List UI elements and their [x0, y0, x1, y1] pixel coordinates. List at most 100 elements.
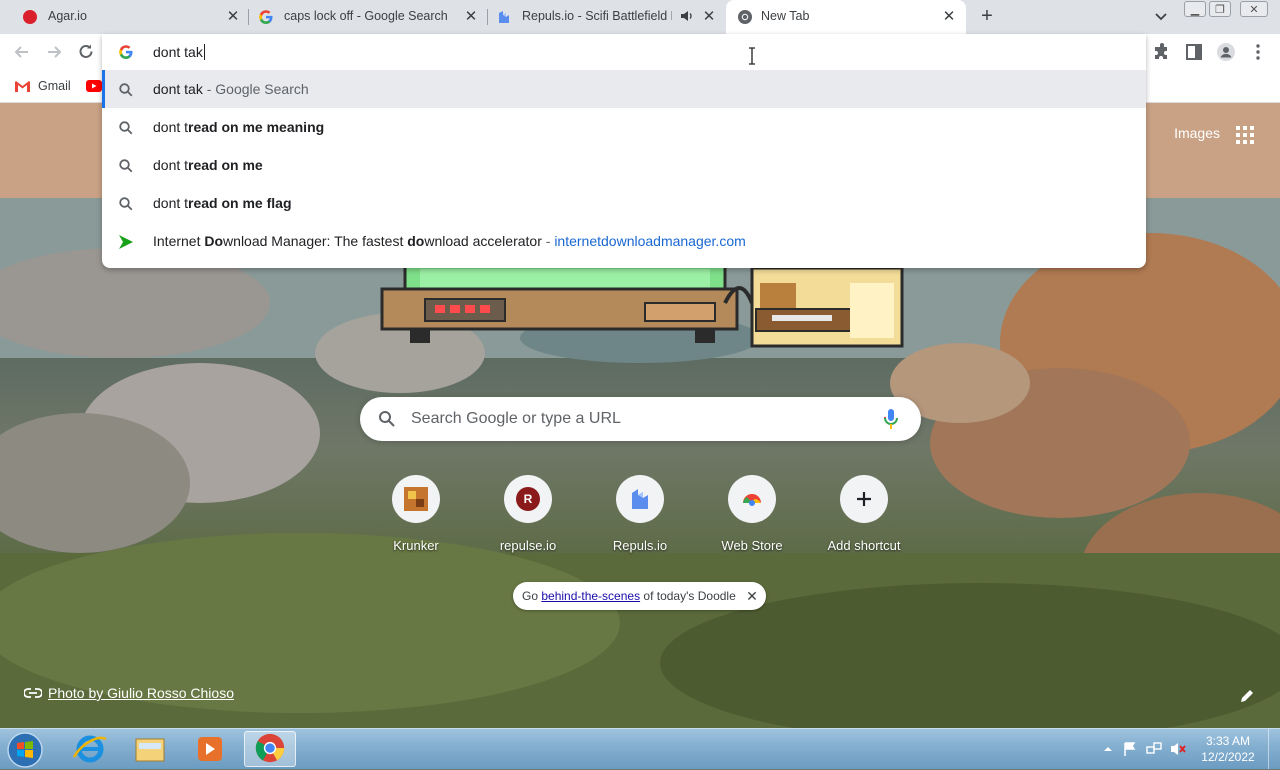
- close-window-button[interactable]: ✕: [1240, 1, 1268, 17]
- profile-avatar-icon[interactable]: [1216, 42, 1236, 62]
- search-placeholder: Search Google or type a URL: [411, 410, 621, 427]
- apps-grid-icon[interactable]: [1236, 126, 1254, 144]
- site-title-match: do: [407, 233, 425, 249]
- shortcut-krunker[interactable]: Krunker: [360, 473, 472, 563]
- show-desktop-button[interactable]: [1268, 729, 1280, 769]
- site-title-match: Do: [204, 233, 224, 249]
- windows-start-icon[interactable]: [6, 731, 44, 769]
- shortcut-label: Repuls.io: [612, 538, 668, 553]
- back-icon[interactable]: [12, 42, 32, 62]
- shortcut-add[interactable]: Add shortcut: [808, 473, 920, 563]
- chip-text-pre: Go: [522, 589, 542, 603]
- photo-credit-text: Photo by Giulio Rosso Chioso: [48, 685, 234, 701]
- suggestion-search-dont-tak[interactable]: dont tak - Google Search: [102, 70, 1146, 108]
- suggestion-site-idm[interactable]: Internet Download Manager: The fastest d…: [102, 222, 1146, 260]
- tab-title: Repuls.io - Scifi Battlefield FPS: [522, 9, 672, 23]
- side-panel-icon[interactable]: [1184, 42, 1204, 62]
- menu-icon[interactable]: [1248, 42, 1268, 62]
- omnibox-text[interactable]: dont tak: [153, 44, 205, 60]
- text-cursor-icon: [749, 47, 755, 65]
- repuls-icon: [499, 11, 509, 23]
- tab-caps-lock-search[interactable]: caps lock off - Google Search ✕: [240, 0, 486, 34]
- agar-icon: [23, 10, 37, 24]
- taskbar-chrome[interactable]: [244, 731, 296, 767]
- search-icon: [119, 159, 133, 173]
- restore-button[interactable]: ❐: [1209, 1, 1231, 17]
- action-center-flag-icon[interactable]: [1122, 741, 1138, 757]
- close-icon[interactable]: ✕: [744, 582, 760, 610]
- system-clock[interactable]: 3:33 AM 12/2/2022: [1196, 733, 1260, 765]
- taskbar-explorer[interactable]: [124, 731, 176, 767]
- omnibox-dropdown: dont tak dont tak - Google Search dont t…: [102, 34, 1146, 268]
- text-caret: [203, 44, 205, 60]
- webstore-icon: [728, 475, 776, 523]
- ntp-search-box[interactable]: Search Google or type a URL: [360, 397, 921, 441]
- network-icon[interactable]: [1146, 741, 1162, 757]
- chrome-icon: [255, 733, 285, 763]
- taskbar-ie[interactable]: [64, 731, 116, 767]
- doodle-share-chip: Go behind-the-scenes of today's Doodle ✕: [513, 582, 766, 610]
- suggestion-search[interactable]: dont tread on me flag: [102, 184, 1146, 222]
- site-title-part: wnload Manager: The fastest: [223, 233, 408, 249]
- letter-r-badge: R: [516, 487, 540, 511]
- suggestion-search[interactable]: dont tread on me meaning: [102, 108, 1146, 146]
- repuls-icon: [616, 475, 664, 523]
- site-url: internetdownloadmanager.com: [554, 233, 746, 249]
- tab-repuls[interactable]: Repuls.io - Scifi Battlefield FPS ✕: [478, 0, 724, 34]
- reload-icon[interactable]: [76, 42, 96, 62]
- suggestion-typed: dont t: [153, 157, 189, 173]
- suggestion-search[interactable]: dont tread on me: [102, 146, 1146, 184]
- suggestion-typed: dont t: [153, 119, 189, 135]
- gmail-icon: [15, 80, 30, 92]
- shortcut-label: Add shortcut: [827, 538, 901, 553]
- suggestion-text: dont tread on me meaning: [153, 119, 324, 135]
- new-tab-button[interactable]: +: [976, 5, 998, 27]
- shortcut-web-store[interactable]: Web Store: [696, 473, 808, 563]
- bookmark-youtube[interactable]: [86, 76, 102, 96]
- link-icon: [24, 688, 42, 698]
- google-icon: [119, 45, 133, 60]
- taskbar: 3:33 AM 12/2/2022: [0, 728, 1280, 769]
- pencil-icon[interactable]: [1238, 687, 1256, 705]
- chip-text-post: of today's Doodle: [640, 589, 736, 603]
- taskbar-media-player[interactable]: [184, 731, 236, 767]
- extensions-icon[interactable]: [1152, 42, 1172, 62]
- suggestion-query: dont tak: [153, 81, 203, 97]
- volume-muted-icon[interactable]: [1170, 741, 1186, 757]
- search-icon: [119, 197, 133, 211]
- behind-the-scenes-link[interactable]: behind-the-scenes: [541, 589, 640, 603]
- microphone-icon[interactable]: [882, 408, 900, 430]
- site-title-part: Internet: [153, 233, 205, 249]
- images-link[interactable]: Images: [1174, 125, 1220, 141]
- tab-new-tab[interactable]: New Tab ✕: [726, 0, 966, 34]
- clock-time: 3:33 AM: [1205, 734, 1251, 748]
- omnibox-value: dont tak: [153, 44, 203, 60]
- shortcut-repuls[interactable]: Repuls.io: [584, 473, 696, 563]
- tab-strip: Agar.io ✕ caps lock off - Google Search …: [0, 0, 1280, 34]
- folder-icon: [135, 738, 165, 762]
- tab-agar[interactable]: Agar.io ✕: [4, 0, 248, 34]
- bookmark-label: Gmail: [38, 79, 71, 93]
- suggestion-completion: read on me: [188, 157, 263, 173]
- minimize-button[interactable]: ▁: [1184, 1, 1206, 17]
- search-icon: [379, 411, 395, 427]
- close-icon[interactable]: ✕: [700, 8, 718, 26]
- shortcut-repulse[interactable]: R repulse.io: [472, 473, 584, 563]
- google-doodle[interactable]: [380, 263, 905, 348]
- letter-r-icon: R: [504, 475, 552, 523]
- forward-icon[interactable]: [44, 42, 64, 62]
- photo-credit-link[interactable]: Photo by Giulio Rosso Chioso: [24, 685, 234, 701]
- bookmark-gmail[interactable]: Gmail: [14, 76, 71, 96]
- search-icon: [119, 83, 133, 97]
- suggestion-text: dont tak - Google Search: [153, 81, 309, 97]
- omnibox-input[interactable]: dont tak: [102, 34, 1146, 70]
- chevron-up-icon[interactable]: [1100, 741, 1116, 757]
- close-icon[interactable]: ✕: [940, 8, 958, 26]
- shortcut-label: repulse.io: [499, 538, 557, 553]
- clock-date: 12/2/2022: [1201, 750, 1255, 764]
- idm-icon: [119, 235, 133, 249]
- chevron-down-icon[interactable]: [1152, 8, 1170, 26]
- suggestion-completion: read on me flag: [188, 195, 292, 211]
- speaker-icon[interactable]: [680, 9, 694, 23]
- plus-icon: [840, 475, 888, 523]
